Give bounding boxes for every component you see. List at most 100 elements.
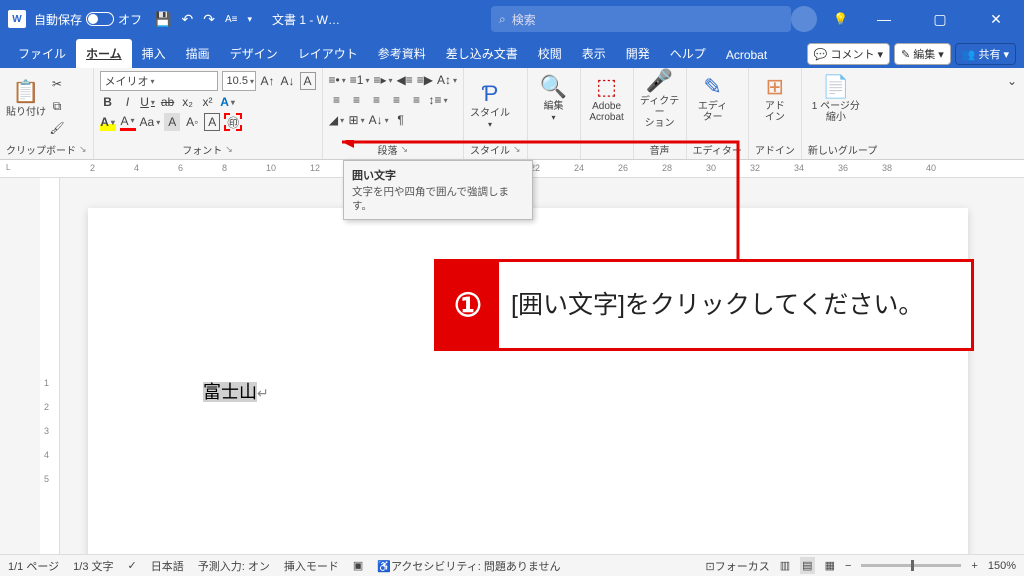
zoom-slider[interactable] [861,564,961,567]
asian-layout-icon[interactable]: A↕ [437,71,457,89]
change-case-icon[interactable]: Aa [140,113,161,131]
phonetic-guide-icon[interactable]: A [300,72,316,90]
justify-icon[interactable]: ≡ [389,91,405,109]
bullets-icon[interactable]: ≡• [329,71,346,89]
status-focus[interactable]: ⊡フォーカス [706,558,770,574]
italic-button[interactable]: I [120,93,136,111]
tab-view[interactable]: 表示 [572,39,616,68]
tab-layout[interactable]: レイアウト [288,39,368,68]
multilevel-icon[interactable]: ≡▸ [373,71,392,89]
tab-file[interactable]: ファイル [8,39,76,68]
comments-button[interactable]: 💬コメント ▾ [807,43,890,65]
view-web-icon[interactable]: ▦ [825,559,835,572]
copy-icon[interactable]: ⧉ [49,97,65,115]
highlight-color-icon[interactable]: A [100,113,116,131]
instruction-callout: ① [囲い文字]をクリックしてください。 [434,259,974,351]
view-print-icon[interactable]: ▤ [800,557,814,574]
text-effects-icon[interactable]: A [220,93,236,111]
strikethrough-button[interactable]: ab [160,93,176,111]
selected-text[interactable]: 富士山 [203,382,257,402]
status-page[interactable]: 1/1 ページ [8,558,59,574]
styles-button[interactable]: Ƥスタイル▾ [470,78,510,134]
maximize-button[interactable]: ▢ [920,0,960,38]
tab-mailings[interactable]: 差し込み文書 [436,39,528,68]
tab-design[interactable]: デザイン [220,39,288,68]
status-words[interactable]: 1/3 文字 [73,558,113,574]
sort-icon[interactable]: A↓ [369,111,389,129]
numbering-icon[interactable]: ≡1 [350,71,370,89]
tab-draw[interactable]: 描画 [176,39,220,68]
zoom-out-icon[interactable]: − [845,560,851,572]
increase-indent-icon[interactable]: ≡▶ [417,71,433,89]
addin-button[interactable]: ⊞アド イン [755,71,795,127]
save-icon[interactable]: 💾 [154,11,171,28]
view-read-icon[interactable]: ▥ [780,559,790,572]
status-macro-icon[interactable]: ▣ [353,559,363,572]
zoom-in-icon[interactable]: + [971,560,977,572]
align-right-icon[interactable]: ≡ [369,91,385,109]
status-accessibility[interactable]: ♿アクセシビリティ: 問題ありません [377,558,560,574]
bold-button[interactable]: B [100,93,116,111]
edit-mode-button[interactable]: ✎編集 ▾ [894,43,951,65]
align-left-icon[interactable]: ≡ [329,91,345,109]
tab-references[interactable]: 参考資料 [368,39,436,68]
enclose-characters-button[interactable]: ㊞ [224,113,242,131]
font-color-icon[interactable]: A [120,113,136,131]
font-size-select[interactable]: 10.5 [222,71,256,91]
tab-help[interactable]: ヘルプ [660,39,716,68]
tab-acrobat[interactable]: Acrobat [716,42,777,68]
qat-more-icon[interactable]: A≡ [225,14,238,25]
vertical-ruler[interactable]: 12345 [40,178,60,554]
tab-review[interactable]: 校閲 [528,39,572,68]
paragraph-launcher-icon[interactable]: ↘ [401,144,409,155]
format-painter-icon[interactable]: 🖌 [49,119,65,137]
grow-font-icon[interactable]: A↑ [260,72,276,90]
clear-format-icon[interactable]: A◦ [184,113,200,131]
char-border-icon[interactable]: A [204,113,220,131]
font-launcher-icon[interactable]: ↘ [225,144,233,155]
font-name-select[interactable]: メイリオ [100,71,218,91]
status-predict[interactable]: 予測入力: オン [198,558,270,574]
editing-button[interactable]: 🔍編集▾ [534,71,574,127]
search-input[interactable]: ⌕ 検索 [491,6,791,32]
document-text[interactable]: 富士山 [203,378,269,404]
superscript-button[interactable]: x² [200,93,216,111]
account-avatar[interactable] [791,6,817,32]
char-shading-icon[interactable]: A [164,113,180,131]
redo-icon[interactable]: ↷ [203,11,215,28]
align-center-icon[interactable]: ≡ [349,91,365,109]
shading-icon[interactable]: ◢ [329,111,345,129]
shrink-font-icon[interactable]: A↓ [280,72,296,90]
tab-home[interactable]: ホーム [76,39,132,68]
distributed-icon[interactable]: ≡ [409,91,425,109]
show-marks-icon[interactable]: ¶ [393,111,409,129]
callout-text: [囲い文字]をクリックしてください。 [499,262,971,348]
undo-icon[interactable]: ↶ [181,11,193,28]
share-button[interactable]: 👥共有 ▾ [955,43,1016,65]
cut-icon[interactable]: ✂ [49,75,65,93]
minimize-button[interactable]: — [864,0,904,38]
paste-button[interactable]: 📋貼り付け [6,71,46,127]
editor-button[interactable]: ✎エディ ター [693,71,733,127]
autosave-switch[interactable] [86,12,114,26]
tab-developer[interactable]: 開発 [616,39,660,68]
line-spacing-icon[interactable]: ↕≡ [429,91,448,109]
zoom-level[interactable]: 150% [988,560,1016,572]
status-language[interactable]: 日本語 [151,558,184,574]
subscript-button[interactable]: x₂ [180,93,196,111]
tab-insert[interactable]: 挿入 [132,39,176,68]
shrink-one-page-button[interactable]: 📄1 ページ分 縮小 [808,71,864,127]
decrease-indent-icon[interactable]: ◀≡ [397,71,413,89]
status-spellcheck-icon[interactable]: ✓ [128,559,137,572]
status-insert-mode[interactable]: 挿入モード [284,558,339,574]
styles-launcher-icon[interactable]: ↘ [513,144,521,155]
lightbulb-icon[interactable]: 💡 [833,12,848,26]
acrobat-button[interactable]: ⬚Adobe Acrobat [587,71,627,127]
close-button[interactable]: ✕ [976,0,1016,38]
collapse-ribbon-icon[interactable]: ⌄ [1004,72,1020,90]
clipboard-launcher-icon[interactable]: ↘ [79,144,87,155]
dictation-button[interactable]: 🎤ディクテー ション [640,71,680,127]
borders-icon[interactable]: ⊞ [349,111,365,129]
underline-button[interactable]: U [140,93,156,111]
autosave-toggle[interactable]: 自動保存 オフ [34,11,142,28]
